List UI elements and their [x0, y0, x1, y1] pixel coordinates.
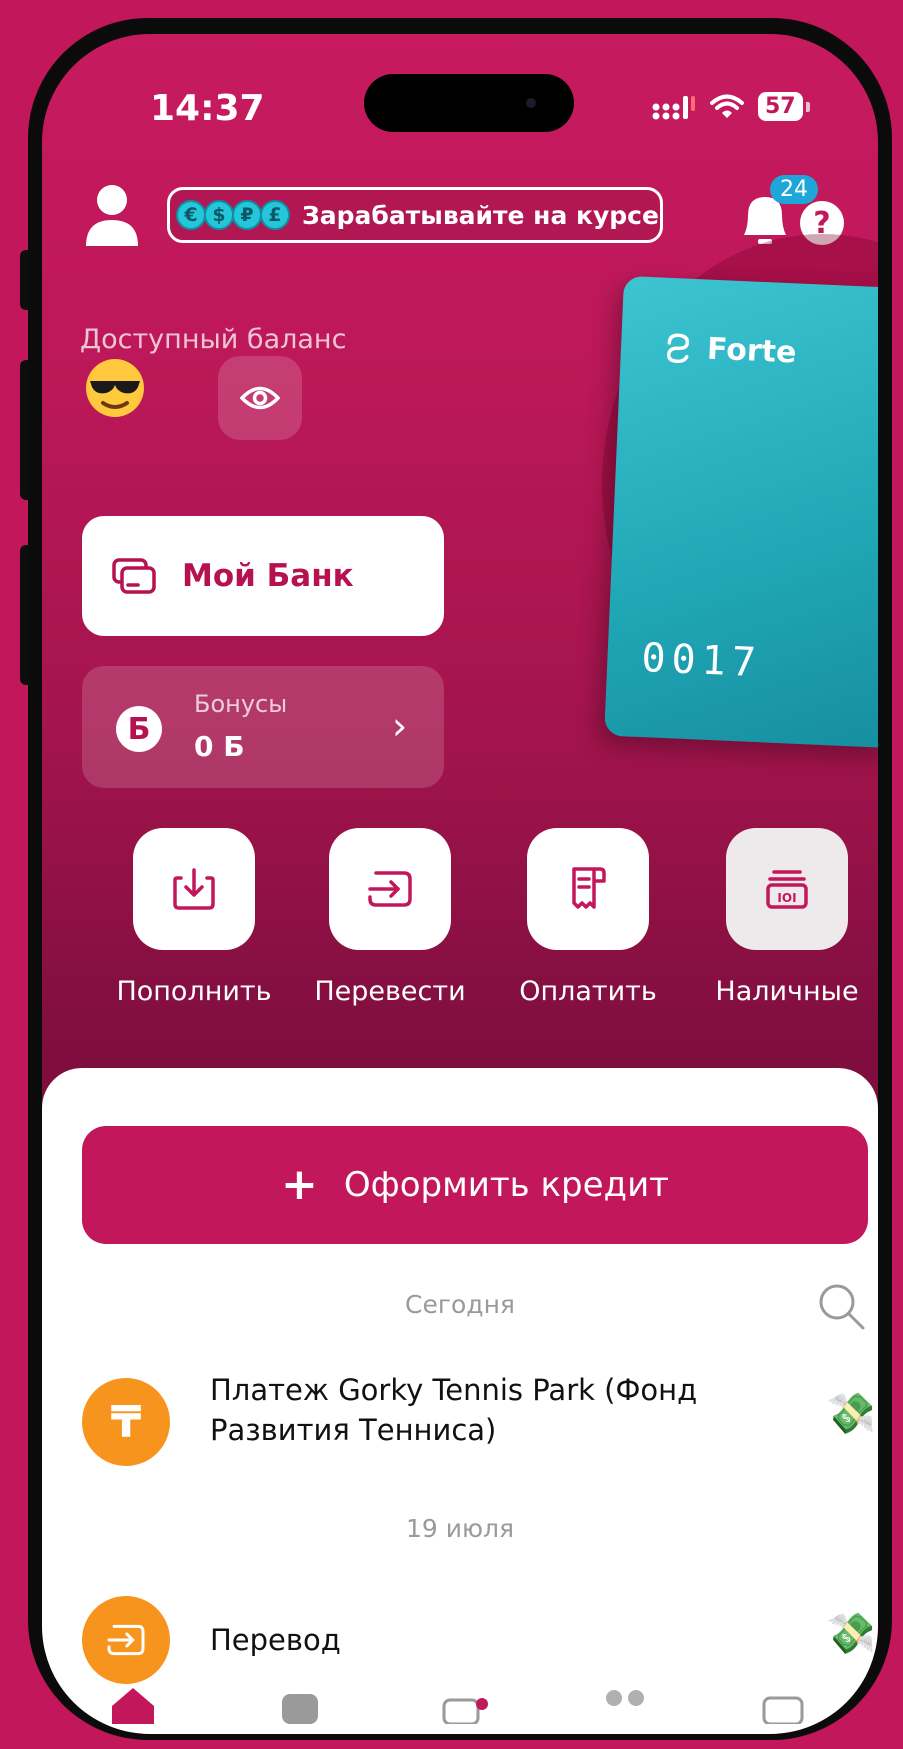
tab-transfers[interactable]: [280, 1684, 320, 1728]
bonus-icon: Б: [116, 706, 162, 752]
profile-icon[interactable]: [82, 182, 142, 252]
action-pay[interactable]: Оплатить: [498, 828, 678, 1007]
money-emoji-icon: 💸: [826, 1391, 876, 1437]
action-label: Перевести: [314, 976, 466, 1007]
balance-label: Доступный баланс: [80, 324, 347, 355]
plus-icon: +: [281, 1159, 318, 1210]
status-icons: 57: [652, 92, 810, 121]
status-time: 14:37: [150, 88, 265, 129]
tab-services[interactable]: [602, 1684, 650, 1728]
tab-more[interactable]: [762, 1684, 806, 1728]
top-up-button[interactable]: [133, 828, 255, 950]
search-icon[interactable]: [817, 1282, 867, 1332]
action-transfer[interactable]: Перевести: [300, 828, 480, 1007]
top-up-icon: [173, 868, 215, 910]
transfers-tab-icon: [282, 1694, 318, 1724]
action-top-up[interactable]: Пополнить: [104, 828, 284, 1007]
wifi-icon: [710, 94, 744, 118]
pay-icon: [572, 867, 606, 909]
promo-text: Зарабатывайте на курсе в: [302, 200, 663, 230]
transactions-sheet: + Оформить кредит Сегодня ₸ Платеж Gorky…: [42, 1068, 878, 1734]
bonus-value: 0 Б: [194, 730, 245, 763]
payments-tab-icon: [442, 1698, 488, 1726]
my-bank-button[interactable]: Мой Банк: [82, 516, 444, 636]
transfer-icon: [368, 871, 412, 907]
bank-card[interactable]: Forte 0017: [604, 275, 878, 749]
transfer-icon: [82, 1596, 170, 1684]
transaction-row[interactable]: ₸ Платеж Gorky Tennis Park (Фонд Развити…: [82, 1366, 878, 1476]
transaction-title: Перевод: [210, 1623, 341, 1657]
forte-logo-icon: [667, 333, 690, 363]
transfer-button[interactable]: [329, 828, 451, 950]
tenge-icon: ₸: [82, 1378, 170, 1466]
show-balance-button[interactable]: [218, 356, 302, 440]
credit-button-label: Оформить кредит: [343, 1165, 669, 1205]
date-header-today: Сегодня: [405, 1290, 515, 1319]
hidden-balance-emoji: [84, 357, 146, 419]
tab-bar: [42, 1684, 878, 1734]
pay-button[interactable]: [527, 828, 649, 950]
tab-home[interactable]: [110, 1684, 156, 1728]
card-last-digits: 0017: [640, 635, 763, 687]
apply-credit-button[interactable]: + Оформить кредит: [82, 1126, 868, 1244]
phone-frame: 14:37 57 € $ ₽ £ Зарабатывайте на курсе …: [28, 18, 892, 1740]
bonus-button[interactable]: Б Бонусы 0 Б ›: [82, 666, 444, 788]
card-brand: Forte: [660, 330, 797, 370]
action-cash[interactable]: IOI Наличные: [697, 828, 877, 1007]
action-label: Наличные: [715, 976, 859, 1007]
money-emoji-icon: 💸: [826, 1611, 876, 1657]
bonus-label: Бонусы: [194, 690, 288, 718]
transaction-row[interactable]: Перевод 💸: [82, 1592, 878, 1692]
cellular-signal-icon: [652, 95, 695, 119]
app-screen: 14:37 57 € $ ₽ £ Зарабатывайте на курсе …: [42, 34, 878, 1734]
cash-button[interactable]: IOI: [726, 828, 848, 950]
services-tab-icon: [606, 1690, 644, 1706]
date-header-july-19: 19 июля: [405, 1514, 515, 1543]
eye-icon: [240, 386, 280, 410]
action-label: Пополнить: [116, 976, 272, 1007]
currency-coins-icon: € $ ₽ £: [176, 200, 290, 230]
promo-banner[interactable]: € $ ₽ £ Зарабатывайте на курсе в: [167, 187, 663, 243]
dynamic-island: [364, 74, 574, 132]
notification-count-badge: 24: [770, 175, 818, 204]
my-bank-label: Мой Банк: [182, 558, 354, 594]
action-label: Оплатить: [519, 976, 657, 1007]
chevron-right-icon: ›: [392, 704, 408, 748]
svg-text:IOI: IOI: [777, 891, 796, 905]
cash-icon: IOI: [766, 870, 808, 909]
more-tab-icon: [762, 1696, 804, 1726]
home-icon: [112, 1688, 154, 1724]
cards-icon: [112, 558, 156, 594]
battery-indicator: 57: [758, 92, 810, 121]
transaction-title: Платеж Gorky Tennis Park (Фонд Развития …: [210, 1373, 698, 1447]
tab-payments[interactable]: [442, 1684, 490, 1728]
